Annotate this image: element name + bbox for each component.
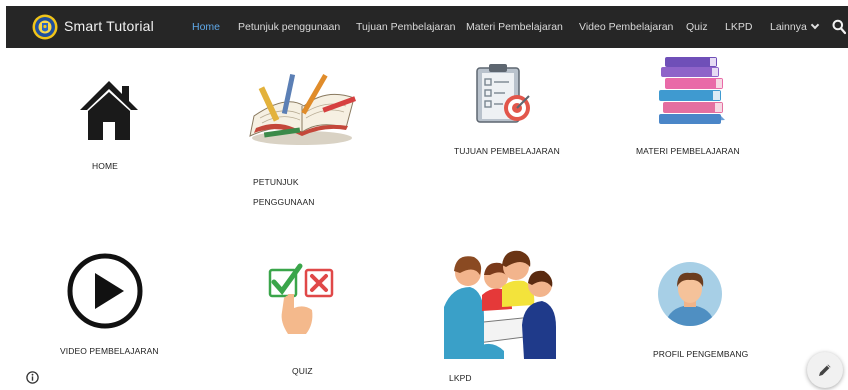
site-title[interactable]: Smart Tutorial: [64, 18, 154, 34]
tile-label-video-pembelajaran[interactable]: VIDEO PEMBELAJARAN: [60, 346, 159, 356]
university-seal-logo[interactable]: [32, 14, 58, 40]
checklist-target-image[interactable]: [473, 62, 533, 126]
home-icon[interactable]: [78, 78, 140, 142]
search-icon[interactable]: [832, 19, 846, 35]
notebook-pencils-image[interactable]: [246, 66, 358, 148]
tile-label-profil-pengembang[interactable]: PROFIL PENGEMBANG: [653, 349, 748, 359]
tile-label-tujuan-pembelajaran[interactable]: TUJUAN PEMBELAJARAN: [454, 146, 560, 156]
tile-label-line: PENGGUNAAN: [253, 197, 315, 207]
check-cross-quiz-image[interactable]: [266, 262, 336, 336]
tile-label-line: PETUNJUK: [253, 177, 299, 187]
nav-tujuan-pembelajaran[interactable]: Tujuan Pembelajaran: [356, 21, 455, 33]
avatar-image[interactable]: [657, 261, 723, 327]
nav-home[interactable]: Home: [192, 21, 220, 33]
tile-label-home[interactable]: HOME: [92, 161, 118, 171]
group-discussion-image[interactable]: [444, 247, 556, 359]
tile-label-lkpd[interactable]: LKPD: [449, 373, 472, 383]
tile-label-materi-pembelajaran[interactable]: MATERI PEMBELAJARAN: [636, 146, 740, 156]
chevron-down-icon: [810, 20, 820, 30]
nav-quiz[interactable]: Quiz: [686, 21, 708, 33]
nav-lainnya[interactable]: Lainnya: [770, 20, 820, 33]
tile-label-petunjuk-penggunaan[interactable]: PETUNJUK PENGGUNAAN: [253, 172, 343, 212]
play-circle-icon[interactable]: [66, 252, 144, 330]
nav-materi-pembelajaran[interactable]: Materi Pembelajaran: [466, 21, 563, 33]
nav-petunjuk-penggunaan[interactable]: Petunjuk penggunaan: [238, 21, 340, 33]
nav-lainnya-label: Lainnya: [770, 21, 807, 33]
tile-label-quiz[interactable]: QUIZ: [292, 366, 313, 376]
edit-button[interactable]: [807, 352, 843, 388]
nav-lkpd[interactable]: LKPD: [725, 21, 752, 33]
info-icon[interactable]: [26, 371, 39, 384]
book-stack-image[interactable]: [655, 54, 729, 130]
nav-video-pembelajaran[interactable]: Video Pembelajaran: [579, 21, 673, 33]
top-navbar: Smart Tutorial Home Petunjuk penggunaan …: [6, 6, 848, 48]
edit-pencil-icon: [819, 364, 831, 376]
